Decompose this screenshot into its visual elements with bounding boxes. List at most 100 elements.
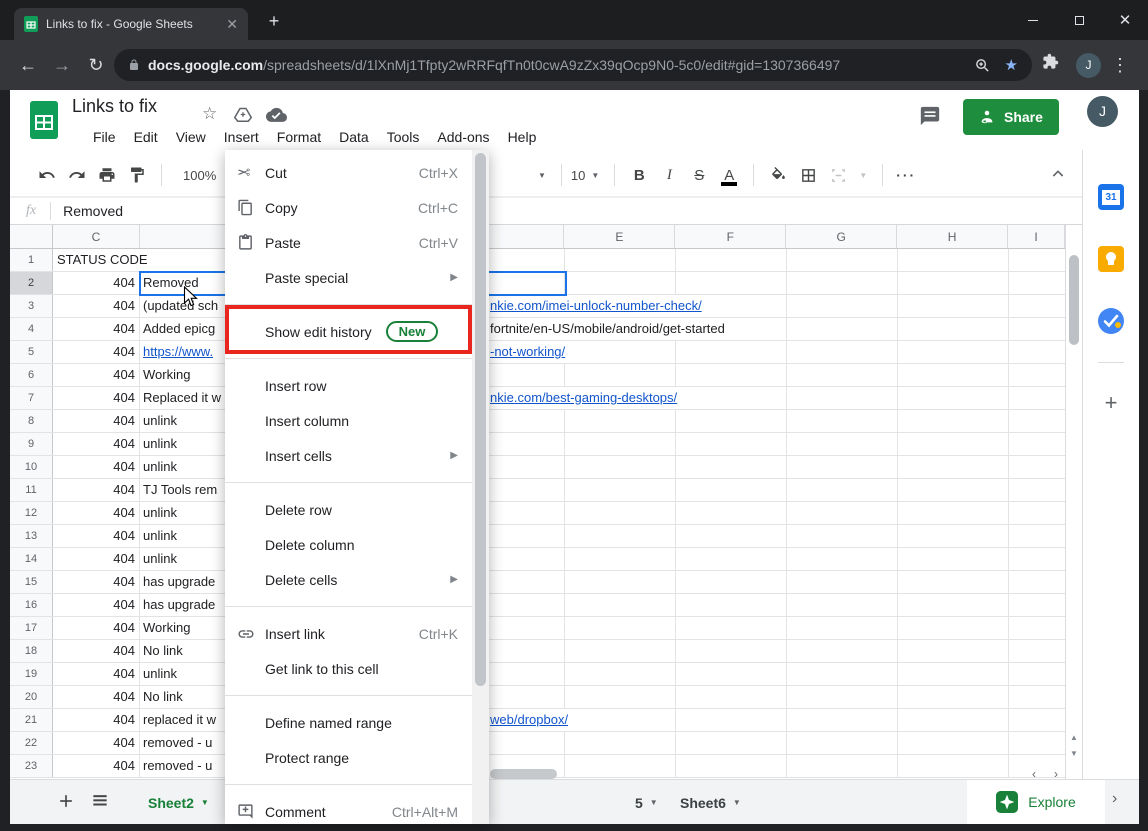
cell-empty[interactable]	[676, 341, 787, 363]
row-header[interactable]: 13	[10, 525, 53, 547]
keep-icon[interactable]	[1098, 246, 1124, 272]
column-header-h[interactable]: H	[897, 225, 1008, 248]
minimize-button[interactable]	[1010, 0, 1056, 40]
redo-icon[interactable]	[62, 166, 92, 184]
cell-c[interactable]: 404	[53, 295, 140, 317]
cell-empty[interactable]	[898, 617, 1009, 639]
italic-button[interactable]: I	[654, 167, 684, 184]
browser-tab[interactable]: Links to fix - Google Sheets ✕	[14, 8, 248, 40]
cell-empty[interactable]	[565, 663, 676, 685]
cell-empty[interactable]	[1009, 456, 1065, 478]
cell-empty[interactable]	[565, 249, 676, 271]
cell-empty[interactable]	[787, 502, 898, 524]
table-row[interactable]: 6404Working	[10, 364, 1065, 387]
sheet-tab-sheet6[interactable]: Sheet6▼	[662, 780, 759, 825]
row-header[interactable]: 9	[10, 433, 53, 455]
cell-empty[interactable]	[787, 272, 898, 294]
cell-empty[interactable]	[787, 571, 898, 593]
strikethrough-button[interactable]: S	[684, 167, 714, 184]
cell-c[interactable]: 404	[53, 525, 140, 547]
cell-empty[interactable]	[787, 640, 898, 662]
row-header[interactable]: 17	[10, 617, 53, 639]
cell-empty[interactable]	[898, 571, 1009, 593]
cell-empty[interactable]	[676, 686, 787, 708]
cell-empty[interactable]	[565, 594, 676, 616]
sheet-list-next-icon[interactable]: ›	[1112, 790, 1117, 808]
undo-icon[interactable]	[32, 166, 62, 184]
cell-empty[interactable]	[1009, 548, 1065, 570]
cell-empty[interactable]	[565, 272, 676, 294]
context-menu-item-delete-column[interactable]: Delete column	[225, 527, 472, 562]
context-menu-scrollbar[interactable]	[472, 150, 489, 824]
cell-c[interactable]: 404	[53, 318, 140, 340]
cell-empty[interactable]	[676, 640, 787, 662]
cell-empty[interactable]	[898, 249, 1009, 271]
cell-c[interactable]: 404	[53, 548, 140, 570]
cell-empty[interactable]	[565, 755, 676, 777]
row-header[interactable]: 8	[10, 410, 53, 432]
cell-empty[interactable]	[898, 295, 1009, 317]
toolbar-more-button[interactable]: ···	[896, 167, 916, 183]
row-header[interactable]: 19	[10, 663, 53, 685]
close-button[interactable]: ✕	[1102, 0, 1148, 40]
cell-empty[interactable]	[787, 387, 898, 409]
cell-empty[interactable]	[565, 410, 676, 432]
collapse-toolbar-icon[interactable]	[1050, 166, 1066, 182]
new-tab-button[interactable]: +	[262, 10, 286, 34]
menu-add-ons[interactable]: Add-ons	[428, 126, 498, 148]
cell-link-overflow-text[interactable]: nkie.com/best-gaming-desktops/	[490, 387, 680, 409]
row-header[interactable]: 15	[10, 571, 53, 593]
tab-close-icon[interactable]: ✕	[226, 17, 238, 31]
table-row[interactable]: 22404removed - u	[10, 732, 1065, 755]
table-row[interactable]: 8404unlink	[10, 410, 1065, 433]
cell-empty[interactable]	[787, 755, 898, 777]
context-menu-item-show-edit-history[interactable]: Show edit historyNew	[225, 314, 472, 349]
cell-empty[interactable]	[898, 433, 1009, 455]
cell-empty[interactable]	[787, 295, 898, 317]
cell-empty[interactable]	[1009, 479, 1065, 501]
menu-help[interactable]: Help	[499, 126, 546, 148]
cell-empty[interactable]	[1009, 295, 1065, 317]
context-menu-item-paste[interactable]: PasteCtrl+V	[225, 225, 472, 260]
formula-value[interactable]: Removed	[63, 203, 123, 219]
table-row[interactable]: 10404unlink	[10, 456, 1065, 479]
cell-empty[interactable]	[1009, 640, 1065, 662]
maximize-button[interactable]	[1056, 0, 1102, 40]
cell-empty[interactable]	[676, 548, 787, 570]
cell-empty[interactable]	[676, 410, 787, 432]
cell-empty[interactable]	[1009, 663, 1065, 685]
font-size-select[interactable]: 10	[571, 168, 585, 183]
row-header[interactable]: 11	[10, 479, 53, 501]
cell-c[interactable]: 404	[53, 640, 140, 662]
cell-empty[interactable]	[676, 456, 787, 478]
context-menu-item-cut[interactable]: ✂CutCtrl+X	[225, 155, 472, 190]
chevron-down-icon[interactable]: ▼	[201, 798, 209, 807]
cell-empty[interactable]	[898, 709, 1009, 731]
cell-empty[interactable]	[898, 341, 1009, 363]
context-menu-item-delete-row[interactable]: Delete row	[225, 492, 472, 527]
drive-shortcut-icon[interactable]	[234, 107, 252, 122]
cell-c[interactable]: 404	[53, 364, 140, 386]
cell-empty[interactable]	[1009, 410, 1065, 432]
row-header[interactable]: 7	[10, 387, 53, 409]
bold-button[interactable]: B	[624, 167, 654, 184]
cell-empty[interactable]	[898, 272, 1009, 294]
cell-empty[interactable]	[898, 686, 1009, 708]
cell-c[interactable]: 404	[53, 663, 140, 685]
row-header[interactable]: 4	[10, 318, 53, 340]
row-header[interactable]: 16	[10, 594, 53, 616]
column-header-c[interactable]: C	[53, 225, 140, 248]
cell-c[interactable]: 404	[53, 456, 140, 478]
back-icon[interactable]: ←	[16, 53, 40, 77]
cell-c[interactable]: 404	[53, 341, 140, 363]
cell-empty[interactable]	[898, 525, 1009, 547]
table-row[interactable]: 14404unlink	[10, 548, 1065, 571]
menu-insert[interactable]: Insert	[215, 126, 268, 148]
cell-empty[interactable]	[1009, 732, 1065, 754]
add-sheet-icon[interactable]	[56, 791, 76, 811]
cell-empty[interactable]	[787, 249, 898, 271]
extensions-icon[interactable]	[1042, 53, 1066, 77]
cell-empty[interactable]	[1009, 709, 1065, 731]
column-header-e[interactable]: E	[564, 225, 675, 248]
cell-c[interactable]: 404	[53, 479, 140, 501]
